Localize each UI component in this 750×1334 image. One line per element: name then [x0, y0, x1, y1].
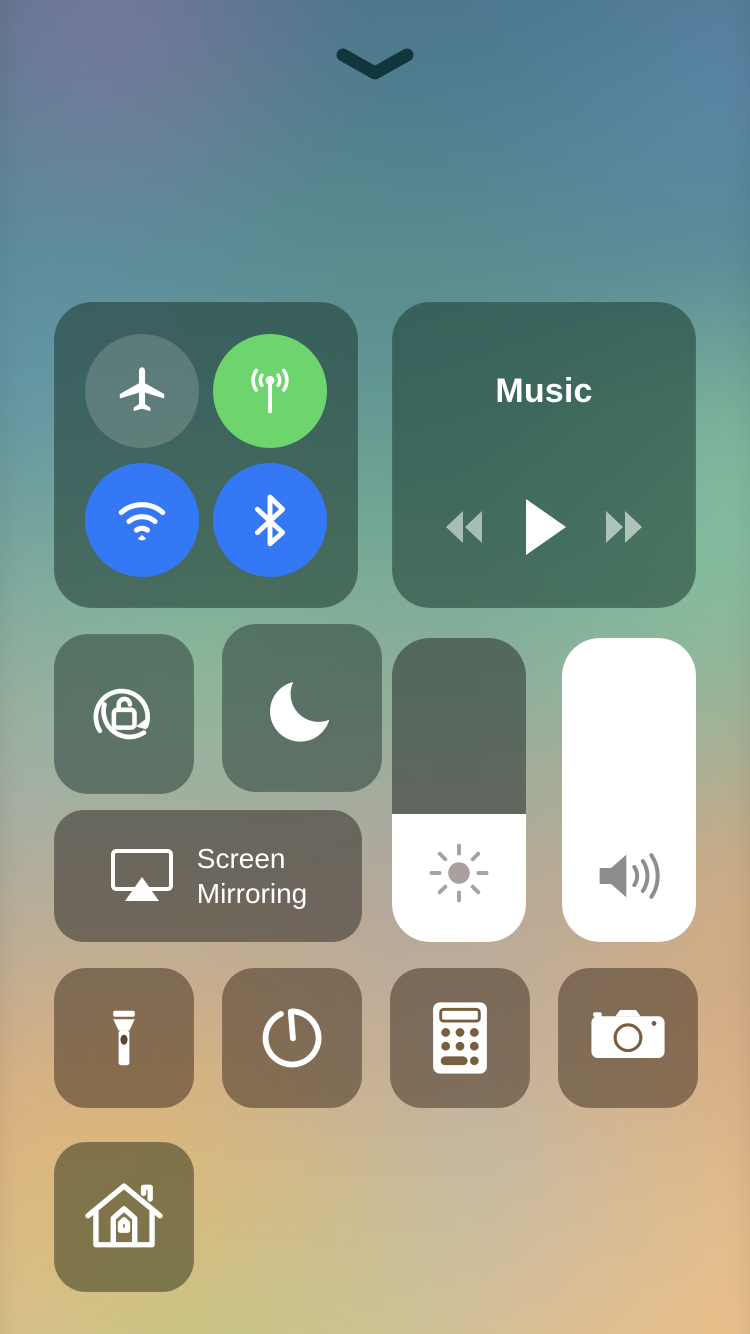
camera-button[interactable] — [558, 968, 698, 1108]
bluetooth-icon — [254, 494, 286, 546]
screen-mirroring-label-line1: Screen — [196, 843, 286, 874]
home-icon — [85, 1183, 163, 1248]
calculator-button[interactable] — [390, 968, 530, 1108]
wifi-toggle[interactable] — [85, 462, 199, 577]
play-icon — [525, 499, 566, 555]
camera-icon — [591, 1010, 665, 1058]
calculator-icon — [433, 1002, 487, 1074]
bluetooth-toggle[interactable] — [213, 462, 327, 577]
home-button[interactable] — [54, 1142, 194, 1292]
rewind-button[interactable] — [433, 503, 495, 551]
airplay-icon — [110, 849, 173, 901]
do-not-disturb-toggle[interactable] — [222, 624, 382, 792]
screen-mirroring-label-line2: Mirroring — [196, 878, 308, 909]
connectivity-panel — [54, 302, 358, 608]
music-widget[interactable]: Music — [392, 302, 696, 608]
airplane-mode-toggle[interactable] — [85, 333, 199, 448]
play-button[interactable] — [516, 495, 572, 559]
forward-icon — [606, 511, 643, 543]
connectivity-toggle-grid — [54, 302, 358, 608]
cellular-data-toggle[interactable] — [213, 333, 327, 448]
timer-icon — [262, 1008, 322, 1068]
volume-slider[interactable] — [562, 638, 696, 942]
music-transport-controls — [392, 492, 696, 562]
brightness-slider-icon-wrap — [392, 838, 526, 908]
rotation-lock-toggle[interactable] — [54, 634, 194, 794]
volume-slider-icon-wrap — [562, 844, 696, 908]
control-center-screen: Music Screen Mirroring — [0, 0, 750, 1334]
moon-icon — [270, 682, 330, 742]
screen-mirroring-label: Screen Mirroring — [197, 841, 307, 911]
chevron-down-icon — [336, 48, 414, 80]
flashlight-icon — [113, 1010, 135, 1066]
brightness-icon — [429, 843, 489, 903]
flashlight-button[interactable] — [54, 968, 194, 1108]
rotation-lock-icon — [93, 688, 150, 740]
close-control-center-handle[interactable] — [0, 38, 750, 90]
screen-mirroring-button[interactable]: Screen Mirroring — [54, 810, 362, 942]
wifi-icon — [118, 501, 166, 540]
timer-button[interactable] — [222, 968, 362, 1108]
music-title: Music — [495, 372, 593, 410]
brightness-slider[interactable] — [392, 638, 526, 942]
rewind-icon — [445, 511, 482, 543]
airplane-icon — [119, 366, 165, 411]
volume-icon — [599, 853, 660, 899]
fast-forward-button[interactable] — [593, 503, 655, 551]
cellular-icon — [251, 368, 289, 413]
